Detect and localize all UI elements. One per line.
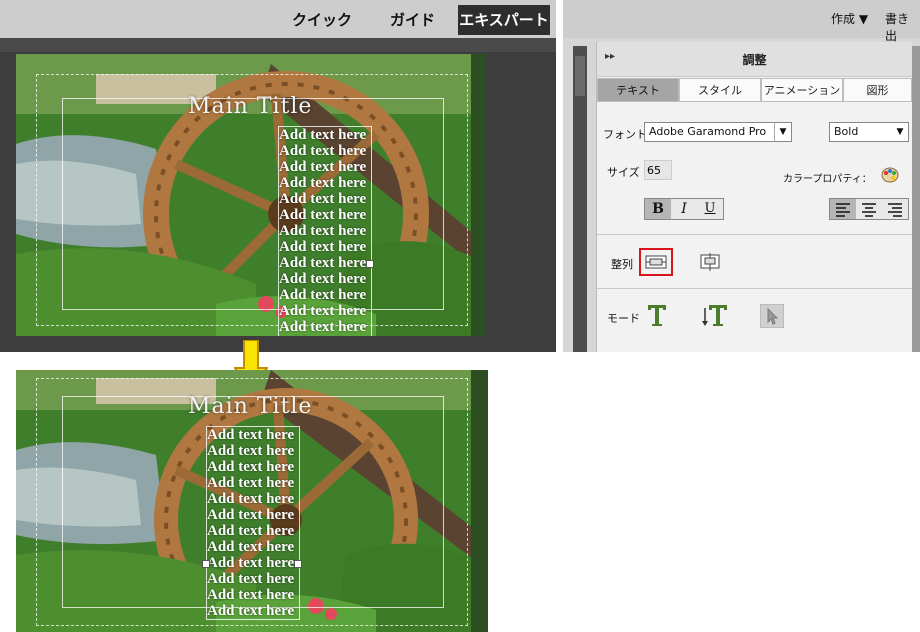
italic-button[interactable]: I	[671, 199, 697, 219]
text-line: Add text here	[207, 491, 295, 507]
tab-expert[interactable]: エキスパート	[458, 5, 550, 35]
divider	[597, 234, 912, 235]
text-line: Add text here	[279, 287, 367, 303]
canvas-photo-before[interactable]: Main Title Add text here Add text here A…	[16, 54, 486, 336]
canvas-edge	[0, 38, 556, 52]
center-vertical-icon[interactable]	[698, 252, 722, 272]
text-line: Add text here	[279, 143, 367, 159]
text-line: Add text here	[207, 523, 295, 539]
right-topbar: 作成 ▼ 書き出	[563, 0, 920, 43]
text-line: Add text here	[279, 319, 367, 335]
chevron-down-icon: ▼	[896, 127, 904, 137]
text-line: Add text here	[207, 571, 295, 587]
text-line: Add text here	[279, 239, 367, 255]
adjustments-panel-window: 作成 ▼ 書き出 ▸▸ 調整 テキスト スタイル アニメーション 図形 フォント…	[563, 0, 920, 352]
text-line: Add text here	[279, 271, 367, 287]
text-line: Add text here	[279, 207, 367, 223]
font-size-input[interactable]: 65	[644, 160, 672, 180]
palette-icon[interactable]	[881, 166, 899, 184]
select-tool-button[interactable]	[760, 304, 784, 328]
align-left-icon[interactable]	[830, 199, 856, 219]
text-line: Add text here	[279, 303, 367, 319]
resize-handle[interactable]	[366, 260, 374, 268]
font-family-value: Adobe Garamond Pro	[649, 125, 767, 138]
size-label: サイズ	[607, 166, 640, 179]
tab-quick[interactable]: クイック	[292, 5, 352, 35]
text-line: Add text here	[207, 459, 295, 475]
align-center-icon[interactable]	[856, 199, 882, 219]
panel-scrollbar[interactable]	[912, 46, 920, 352]
text-line: Add text here	[207, 443, 295, 459]
tab-text[interactable]: テキスト	[597, 78, 679, 102]
canvas-photo-after[interactable]: Main Title Add text here Add text here A…	[16, 370, 488, 632]
font-family-select[interactable]: Adobe Garamond Pro ▼	[644, 122, 792, 142]
resize-handle[interactable]	[202, 560, 210, 568]
text-block-after[interactable]: Add text here Add text here Add text her…	[206, 426, 300, 620]
text-line: Add text here	[207, 587, 295, 603]
panel-title: 調整	[742, 53, 767, 67]
mode-bar: クイック ガイド エキスパート	[0, 0, 556, 38]
create-menu[interactable]: 作成 ▼	[831, 10, 868, 27]
text-line: Add text here	[207, 603, 295, 619]
text-line: Add text here	[207, 539, 295, 555]
text-line: Add text here	[207, 507, 295, 523]
text-line: Add text here	[279, 191, 367, 207]
align-right-icon[interactable]	[882, 199, 908, 219]
editor-window: クイック ガイド エキスパート Main Title Add text here…	[0, 0, 556, 352]
bold-button[interactable]: B	[645, 199, 671, 219]
font-style-value: Bold	[834, 125, 859, 138]
text-line: Add text here	[279, 335, 371, 336]
caret-down-icon: ▼	[858, 12, 869, 26]
main-title-text[interactable]: Main Title	[188, 94, 312, 119]
vertical-type-icon[interactable]	[701, 302, 729, 328]
horizontal-type-icon[interactable]	[645, 302, 669, 328]
tab-guide[interactable]: ガイド	[390, 5, 435, 35]
scrollbar[interactable]	[573, 46, 587, 352]
text-line: Add text here	[207, 427, 295, 443]
tab-shape[interactable]: 図形	[843, 78, 912, 102]
divider	[597, 288, 912, 289]
scrollbar-thumb[interactable]	[575, 56, 585, 96]
main-title-text[interactable]: Main Title	[188, 394, 312, 419]
text-align-group	[829, 198, 909, 220]
text-block-before[interactable]: Add text here Add text here Add text her…	[278, 126, 372, 336]
mode-label: モード	[607, 312, 640, 325]
text-line: Add text here	[279, 255, 367, 271]
cursor-arrow-icon	[767, 307, 779, 325]
color-properties-label: カラープロパティ：	[783, 174, 872, 185]
underline-button[interactable]: U	[697, 199, 723, 219]
text-line: Add text here	[279, 159, 367, 175]
text-format-group: B I U	[644, 198, 724, 220]
center-horizontal-icon[interactable]	[644, 252, 668, 272]
align-label: 整列	[611, 258, 633, 271]
adjustments-panel: ▸▸ 調整 テキスト スタイル アニメーション 図形 フォント Adobe Ga…	[596, 42, 912, 352]
text-line: Add text here	[279, 127, 367, 143]
text-line: Add text here	[279, 175, 367, 191]
font-label: フォント	[603, 128, 647, 141]
text-line: Add text here	[207, 475, 295, 491]
text-line: Add text here	[207, 555, 295, 571]
chevron-down-icon: ▼	[774, 123, 791, 141]
export-menu[interactable]: 書き出	[885, 10, 920, 44]
tab-style[interactable]: スタイル	[679, 78, 761, 102]
resize-handle[interactable]	[294, 560, 302, 568]
font-style-select[interactable]: Bold ▼	[829, 122, 909, 142]
panel-header: ▸▸ 調整	[597, 42, 912, 77]
tab-animation[interactable]: アニメーション	[761, 78, 843, 102]
text-line: Add text here	[279, 223, 367, 239]
